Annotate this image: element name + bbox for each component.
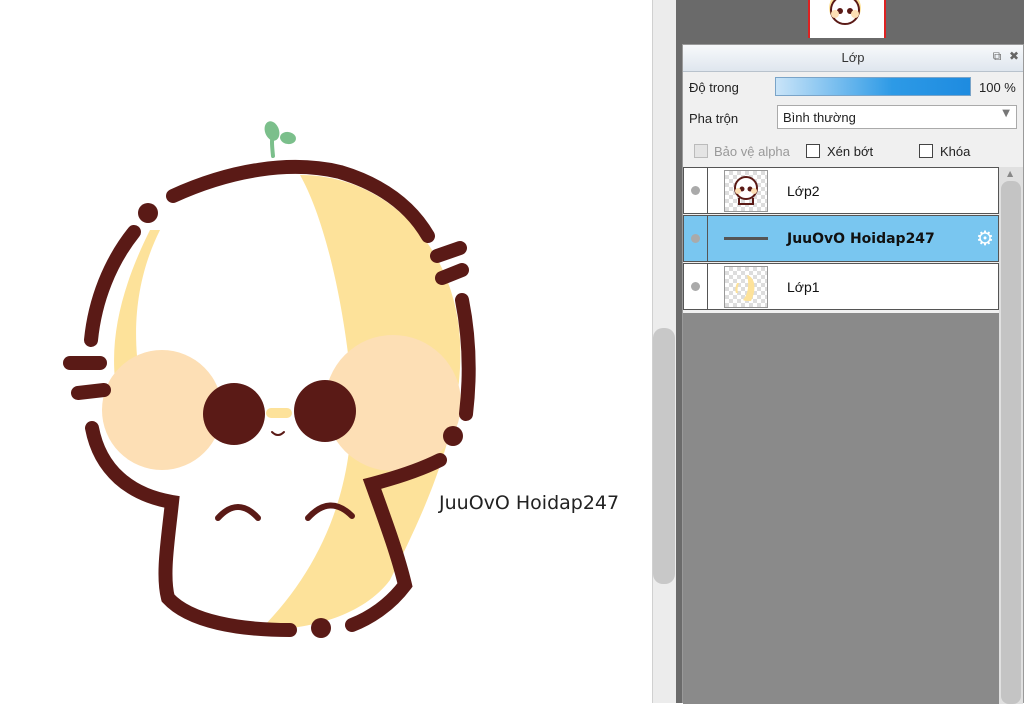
clip-checkbox[interactable]	[806, 144, 820, 158]
layer1-thumb-icon	[735, 275, 755, 301]
blend-mode-value: Bình thường	[783, 110, 856, 125]
row-divider	[707, 216, 708, 261]
layer-name: Lớp1	[787, 279, 820, 295]
lower-left-arc	[215, 504, 261, 521]
gear-icon[interactable]: ⚙	[976, 228, 994, 248]
scrollbar-thumb[interactable]	[653, 328, 675, 584]
outline-dot-top	[138, 203, 158, 223]
sprout-leaf-left	[264, 121, 280, 141]
eye-dot-icon[interactable]	[691, 186, 700, 195]
navigator-preview[interactable]	[808, 0, 886, 38]
opacity-slider[interactable]	[775, 77, 971, 96]
layer-name: JuuOvO Hoidap247	[787, 231, 935, 247]
canvas-text-label: JuuOvO Hoidap247	[439, 492, 620, 514]
mouth	[271, 431, 285, 436]
lock-label: Khóa	[940, 144, 971, 159]
scrollbar-track[interactable]	[1001, 181, 1021, 704]
layer-row[interactable]: Lớp1	[683, 263, 999, 310]
layer-thumbnail	[724, 266, 768, 308]
layer-panel-title: Lớp	[841, 50, 865, 65]
eye-dot-icon[interactable]	[691, 282, 700, 291]
row-divider	[707, 168, 708, 213]
opacity-slider-fill	[776, 78, 970, 95]
blend-label: Pha trộn	[689, 111, 739, 126]
sprout-leaf-right	[280, 131, 296, 145]
outline-dot-right	[443, 426, 463, 446]
close-icon[interactable]: ✖	[1007, 49, 1021, 63]
navigator-thumbnail-icon	[829, 0, 861, 25]
nose-blush	[266, 408, 292, 418]
layer-panel-header: Lớp ⧉ ✖	[683, 45, 1023, 72]
lock-checkbox[interactable]	[919, 144, 933, 158]
layer-thumbnail	[724, 170, 768, 212]
layer-name: Lớp2	[787, 183, 820, 199]
protect-alpha-label: Bảo vệ alpha	[714, 144, 790, 159]
layer-list-scrollbar[interactable]: ▲	[999, 167, 1023, 704]
opacity-value: 100 %	[979, 80, 1016, 95]
canvas-vertical-scrollbar[interactable]	[652, 0, 677, 703]
clip-label: Xén bớt	[827, 144, 874, 159]
outline-dot-bottom	[311, 618, 331, 638]
row-divider	[707, 264, 708, 309]
layer2-thumb-icon	[734, 176, 758, 205]
eye-dot-icon[interactable]	[691, 234, 700, 243]
text-layer-thumbnail	[724, 237, 768, 240]
layer-list: Lớp2 JuuOvO Hoidap247 ⚙ Lớp1	[683, 167, 999, 313]
chevron-down-icon: ▼	[1002, 108, 1010, 119]
navigator-strip	[676, 0, 1024, 40]
drawing-canvas[interactable]: JuuOvO Hoidap247	[0, 0, 652, 703]
layer-row[interactable]: Lớp2	[683, 167, 999, 214]
external-window-icon[interactable]: ⧉	[990, 49, 1004, 63]
left-eye	[203, 383, 265, 445]
layer-list-empty-area	[683, 313, 999, 704]
opacity-label: Độ trong	[689, 80, 739, 95]
right-dock: Lớp ⧉ ✖ Độ trong 100 % Pha trộn Bình thư…	[676, 0, 1024, 704]
chibi-drawing	[63, 121, 476, 638]
right-eye	[294, 380, 356, 442]
blend-mode-select[interactable]: Bình thường ▼	[777, 105, 1017, 129]
scroll-up-icon[interactable]: ▲	[1007, 169, 1013, 178]
protect-alpha-checkbox[interactable]	[694, 144, 708, 158]
layer-panel: Lớp ⧉ ✖ Độ trong 100 % Pha trộn Bình thư…	[682, 44, 1024, 704]
layer-row-selected[interactable]: JuuOvO Hoidap247 ⚙	[683, 215, 999, 262]
